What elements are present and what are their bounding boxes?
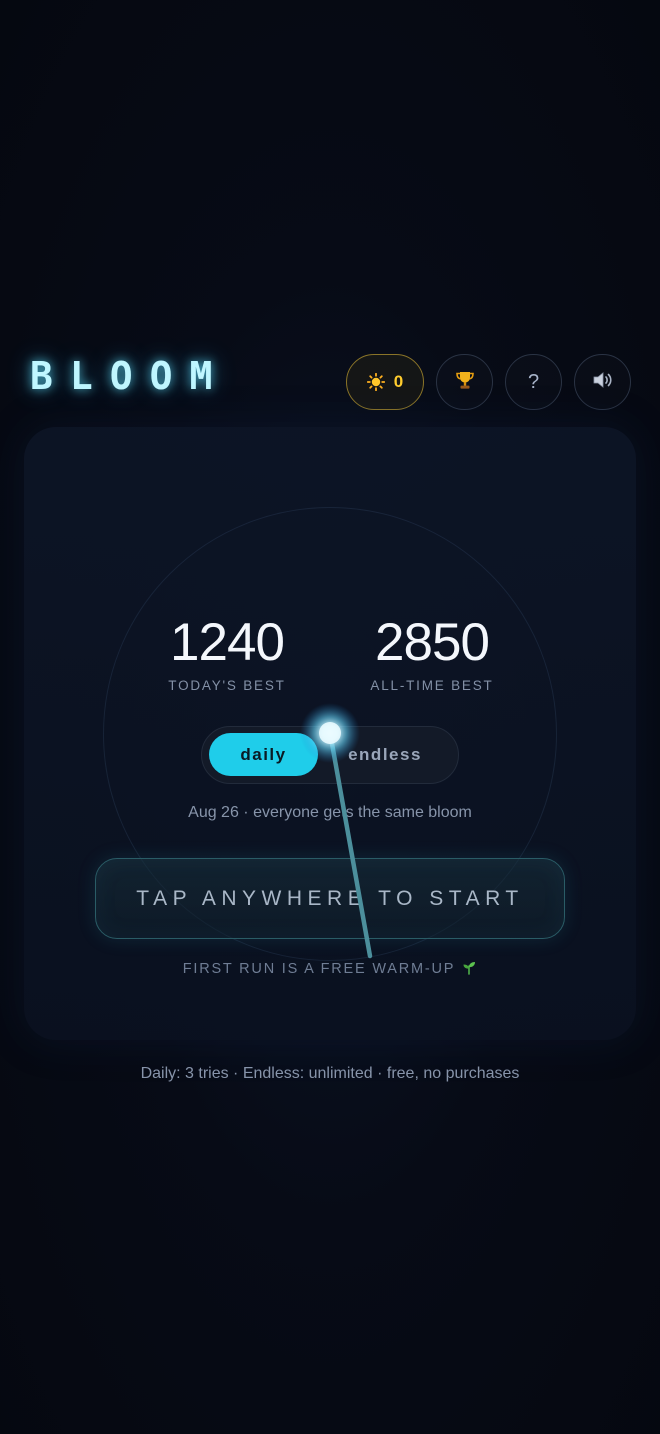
sun-counter-button[interactable]: 0 xyxy=(346,354,424,410)
alltime-best-value: 2850 xyxy=(375,613,490,672)
alltime-best: 2850 ALL-TIME BEST xyxy=(322,612,542,693)
todays-best-label: TODAY'S BEST xyxy=(168,678,286,693)
sun-icon xyxy=(366,372,385,392)
start-button[interactable]: TAP ANYWHERE TO START xyxy=(95,858,565,939)
game-screen[interactable]: BLOOM 0 ? 1240 TODAY'S BEST 2850 ALL-TIM… xyxy=(0,0,660,1434)
mode-toggle: daily endless xyxy=(201,726,459,784)
alltime-best-label: ALL-TIME BEST xyxy=(370,678,494,693)
trophy-button[interactable] xyxy=(436,354,493,410)
footer-note: Daily: 3 tries · Endless: unlimited · fr… xyxy=(140,1065,520,1082)
logo: BLOOM xyxy=(30,354,230,398)
speaker-icon xyxy=(591,368,615,396)
sound-button[interactable] xyxy=(574,354,631,410)
help-button[interactable]: ? xyxy=(505,354,562,410)
help-icon: ? xyxy=(527,370,540,393)
todays-best-value: 1240 xyxy=(170,613,285,672)
header: BLOOM 0 ? xyxy=(0,340,660,430)
daily-note: Aug 26 · everyone gets the same bloom xyxy=(188,804,472,821)
trophy-icon xyxy=(454,369,476,395)
mode-daily-button[interactable]: daily xyxy=(209,733,318,776)
warmup-note: FIRST RUN IS A FREE WARM-UP xyxy=(80,959,580,979)
todays-best: 1240 TODAY'S BEST xyxy=(117,612,337,693)
sun-count: 0 xyxy=(393,372,404,391)
mode-endless-button[interactable]: endless xyxy=(330,733,440,776)
warmup-text: FIRST RUN IS A FREE WARM-UP xyxy=(182,961,456,977)
sprout-icon xyxy=(461,959,477,979)
